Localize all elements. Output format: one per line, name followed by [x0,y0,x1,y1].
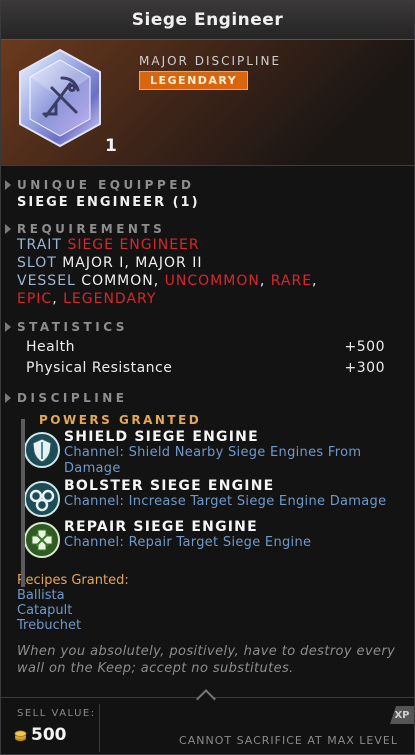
rarity-badge: LEGENDARY [139,71,249,90]
powers-granted-header: POWERS GRANTED [39,413,202,427]
req-vessel: VESSEL COMMON, UNCOMMON, RARE, EPIC, LEGE… [17,273,318,307]
requirements-header: REQUIREMENTS [5,222,398,236]
power-item: REPAIR SIEGE ENGINE Channel: Repair Targ… [21,519,414,559]
footer-divider [99,704,100,752]
recipe-item: Catapult [17,603,73,618]
tooltip-footer: SELL VALUE: 500 XP CANNOT SACRIFICE AT M… [1,689,414,754]
unique-value: SIEGE ENGINEER (1) [17,195,200,210]
repair-cross-icon [24,522,60,558]
item-header: 1 MAJOR DISCIPLINE LEGENDARY [1,40,414,166]
discipline-gem-icon [19,48,101,148]
item-title: Siege Engineer [1,1,414,40]
xp-badge: XP [390,706,414,724]
footer-ornament [196,689,216,709]
flavor-text: When you absolutely, positively, have to… [17,644,396,676]
item-count: 1 [105,136,117,156]
power-desc: Channel: Shield Nearby Siege Engines Fro… [64,445,362,476]
section-arrow-icon [5,393,11,403]
power-desc: Channel: Repair Target Siege Engine [64,535,312,550]
coin-icon [14,730,27,742]
bolster-swirl-icon [24,481,60,517]
power-title: REPAIR SIEGE ENGINE [64,519,258,535]
shield-icon [24,432,60,468]
section-arrow-icon [5,224,11,234]
stat-row: Physical Resistance +300 [26,360,385,376]
discipline-header: DISCIPLINE [5,391,398,405]
item-tooltip: Siege Engineer 1 MAJOR DISCIPLINE LEGEND… [0,0,415,755]
recipes-header: Recipes Granted: [17,573,129,588]
statistics-header: STATISTICS [5,320,398,334]
discipline-bar [21,419,25,587]
stat-row: Health +500 [26,339,385,355]
recipe-item: Trebuchet [17,618,82,633]
cannot-sacrifice-text: CANNOT SACRIFICE AT MAX LEVEL [179,734,398,747]
sell-value: 500 [31,725,67,745]
req-trait: TRAIT SIEGE ENGINEER [17,237,200,253]
power-title: SHIELD SIEGE ENGINE [64,429,259,445]
power-item: SHIELD SIEGE ENGINE Channel: Shield Near… [21,429,414,477]
power-item: BOLSTER SIEGE ENGINE Channel: Increase T… [21,478,414,518]
unique-header: UNIQUE EQUIPPED [5,178,398,192]
item-type: MAJOR DISCIPLINE [139,54,282,68]
recipe-item: Ballista [17,588,65,603]
power-desc: Channel: Increase Target Siege Engine Da… [64,494,387,509]
section-arrow-icon [5,180,11,190]
recipes-list: Recipes Granted: Ballista Catapult Trebu… [1,573,414,633]
sell-label: SELL VALUE: [17,708,96,719]
req-slot: SLOT MAJOR I, MAJOR II [17,255,203,271]
discipline-box: POWERS GRANTED SHIELD SIEGE ENGINE Chann… [1,413,414,587]
power-title: BOLSTER SIEGE ENGINE [64,478,275,494]
section-arrow-icon [5,322,11,332]
